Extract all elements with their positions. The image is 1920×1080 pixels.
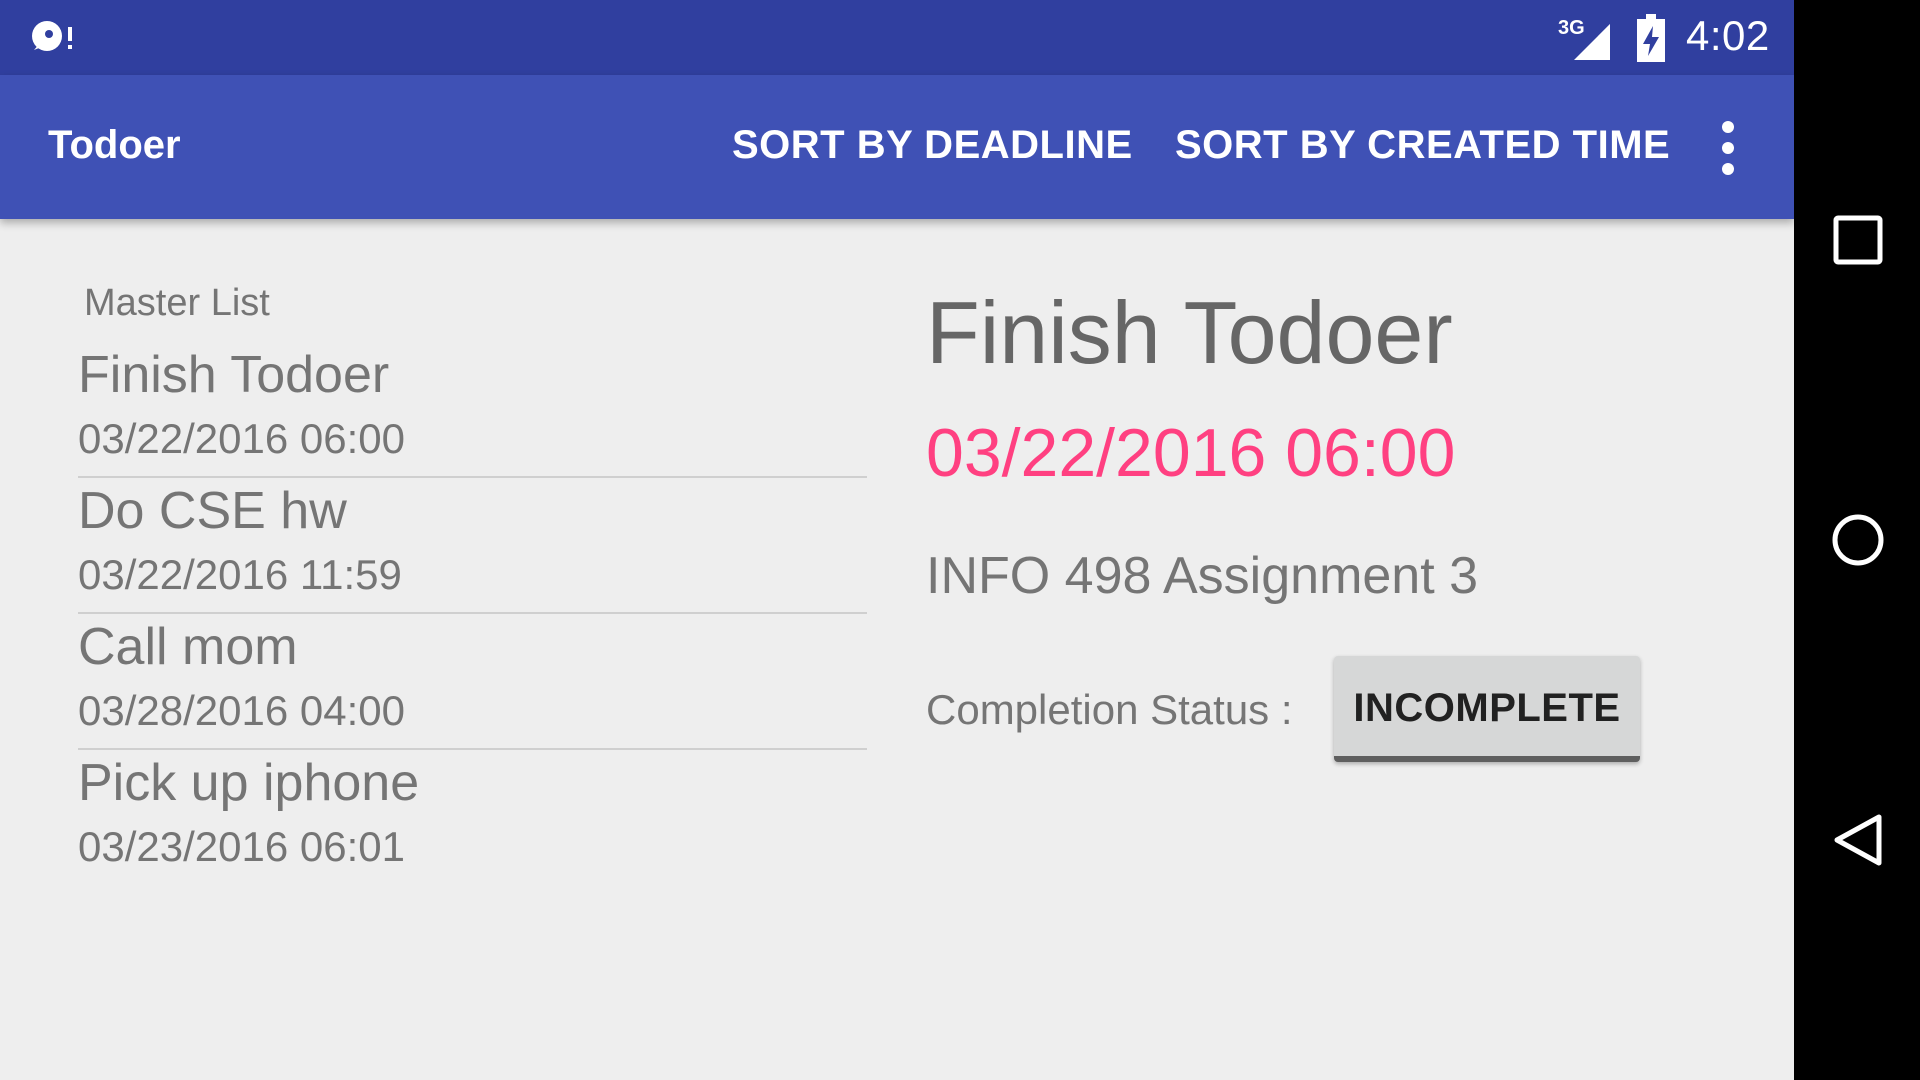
list-item-deadline: 03/22/2016 11:59 [78,551,402,598]
list-item-title: Finish Todoer [78,346,390,404]
detail-description: INFO 498 Assignment 3 [926,547,1479,605]
back-icon[interactable] [1831,813,1885,867]
list-divider [78,476,867,478]
status-clock: 4:02 [1686,12,1770,59]
completion-status-button-label: INCOMPLETE [1353,686,1621,730]
navigation-bar [1794,0,1920,1080]
home-icon[interactable] [1831,513,1885,567]
sort-by-deadline-button[interactable]: SORT BY DEADLINE [732,123,1133,168]
cellular-signal-icon: 3G [1558,17,1610,60]
list-item[interactable]: Do CSE hw 03/22/2016 11:59 [78,481,867,617]
app-notification-icon [32,21,72,51]
app-title: Todoer [48,123,181,167]
list-item[interactable]: Finish Todoer 03/22/2016 06:00 [78,345,867,481]
sort-by-created-time-button[interactable]: SORT BY CREATED TIME [1175,123,1670,168]
list-item-deadline: 03/23/2016 06:01 [78,823,405,870]
network-type-label: 3G [1558,17,1585,39]
list-divider [78,748,867,750]
more-vert-icon[interactable] [1710,121,1746,175]
list-item-deadline: 03/28/2016 04:00 [78,687,405,734]
list-item-deadline: 03/22/2016 06:00 [78,415,405,462]
detail-title: Finish Todoer [926,283,1453,382]
app-screen: 3G 4:02 Todoer SORT BY DEADLINE SORT BY … [0,0,1794,1080]
list-item[interactable]: Call mom 03/28/2016 04:00 [78,617,867,753]
list-item[interactable]: Pick up iphone 03/23/2016 06:01 [78,753,867,889]
list-item-title: Pick up iphone [78,754,420,812]
completion-status-button[interactable]: INCOMPLETE [1334,656,1640,762]
status-bar: 3G 4:02 [0,0,1794,75]
completion-status-label: Completion Status : [926,686,1293,733]
list-divider [78,612,867,614]
list-item-title: Do CSE hw [78,482,347,540]
battery-charging-icon [1637,14,1665,62]
list-item-title: Call mom [78,618,298,676]
action-bar: Todoer SORT BY DEADLINE SORT BY CREATED … [0,75,1794,219]
detail-deadline: 03/22/2016 06:00 [926,415,1456,491]
master-list-label: Master List [84,282,270,324]
recents-icon[interactable] [1831,213,1885,267]
